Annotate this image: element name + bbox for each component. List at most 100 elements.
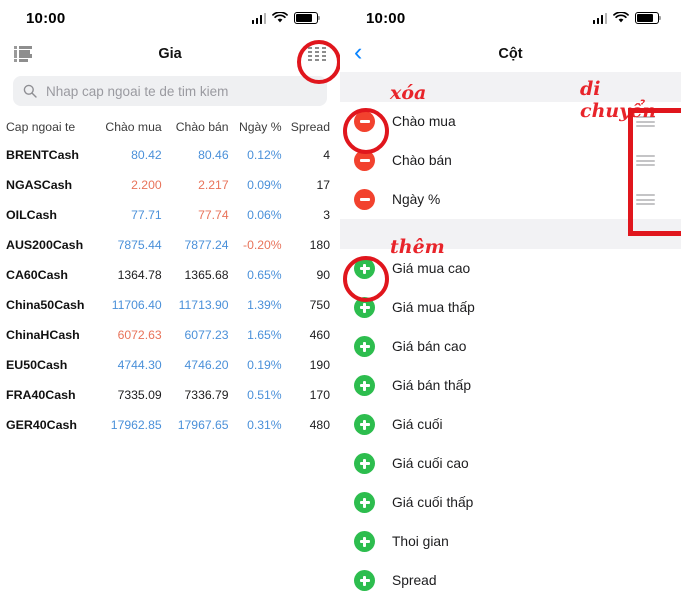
cell-change: 0.06% xyxy=(247,208,282,222)
column-label: Ngày % xyxy=(392,192,441,207)
column-label: Giá bán thấp xyxy=(392,378,472,393)
table-row[interactable]: OILCash 77.71 77.74 0.06% 3 xyxy=(0,200,340,230)
cell-spread: 90 xyxy=(316,268,330,282)
available-column-row[interactable]: Giá cuối xyxy=(340,405,681,444)
available-column-row[interactable]: Giá bán thấp xyxy=(340,366,681,405)
drag-handle-icon[interactable] xyxy=(636,116,655,127)
minus-circle-icon[interactable] xyxy=(354,150,375,171)
cell-symbol: EU50Cash xyxy=(6,358,68,372)
header-spread: Spread xyxy=(290,120,330,134)
available-column-row[interactable]: Giá cuối thấp xyxy=(340,483,681,522)
drag-handle-icon[interactable] xyxy=(636,194,655,205)
cell-ask: 11713.90 xyxy=(178,298,229,312)
active-columns-section-header xyxy=(340,72,681,102)
available-column-row[interactable]: Giá bán cao xyxy=(340,327,681,366)
columns-settings-screen: 10:00 ‹ Cột Chào mua Chào bán Ngày % Giá m… xyxy=(340,0,681,610)
cell-ask: 80.46 xyxy=(198,148,229,162)
cell-symbol: GER40Cash xyxy=(6,418,77,432)
cell-ask: 77.74 xyxy=(198,208,229,222)
cell-change: 1.65% xyxy=(247,328,282,342)
plus-circle-icon[interactable] xyxy=(354,297,375,318)
search-bar[interactable] xyxy=(13,76,327,106)
cell-symbol: AUS200Cash xyxy=(6,238,84,252)
available-column-row[interactable]: Spread xyxy=(340,561,681,600)
plus-circle-icon[interactable] xyxy=(354,531,375,552)
cell-spread: 190 xyxy=(309,358,330,372)
cell-symbol: China50Cash xyxy=(6,298,85,312)
plus-circle-icon[interactable] xyxy=(354,375,375,396)
cell-symbol: BRENTCash xyxy=(6,148,79,162)
list-lines-icon[interactable] xyxy=(14,46,34,62)
search-input[interactable] xyxy=(44,82,317,100)
cell-spread: 180 xyxy=(309,238,330,252)
page-title: Gia xyxy=(158,46,182,62)
cell-bid: 11706.40 xyxy=(111,298,162,312)
minus-circle-icon[interactable] xyxy=(354,111,375,132)
column-label: Giá cuối xyxy=(392,417,443,432)
wifi-icon xyxy=(272,12,288,23)
cell-change: 0.51% xyxy=(247,388,282,402)
active-columns-list: Chào mua Chào bán Ngày % xyxy=(340,102,681,219)
plus-circle-icon[interactable] xyxy=(354,414,375,435)
cell-symbol: NGASCash xyxy=(6,178,73,192)
cell-change: 0.19% xyxy=(247,358,282,372)
cell-bid: 77.71 xyxy=(131,208,162,222)
drag-handle-icon[interactable] xyxy=(636,155,655,166)
table-row[interactable]: AUS200Cash 7875.44 7877.24 -0.20% 180 xyxy=(0,230,340,260)
grid-columns-icon[interactable] xyxy=(308,46,326,62)
plus-circle-icon[interactable] xyxy=(354,258,375,279)
cell-ask: 4746.20 xyxy=(184,358,229,372)
available-columns-list: Giá mua cao Giá mua thấp Giá bán cao Giá bá… xyxy=(340,249,681,600)
active-column-row[interactable]: Chào bán xyxy=(340,141,681,180)
active-column-row[interactable]: Ngày % xyxy=(340,180,681,219)
search-icon xyxy=(23,84,37,98)
table-row[interactable]: FRA40Cash 7335.09 7336.79 0.51% 170 xyxy=(0,380,340,410)
status-time: 10:00 xyxy=(26,9,66,27)
table-row[interactable]: GER40Cash 17962.85 17967.65 0.31% 480 xyxy=(0,410,340,440)
plus-circle-icon[interactable] xyxy=(354,570,375,591)
plus-circle-icon[interactable] xyxy=(354,492,375,513)
status-time: 10:00 xyxy=(366,9,406,27)
battery-icon xyxy=(635,12,662,24)
table-row[interactable]: China50Cash 11706.40 11713.90 1.39% 750 xyxy=(0,290,340,320)
column-label: Chào mua xyxy=(392,114,456,129)
nav-bar-right: ‹ Cột xyxy=(340,36,681,72)
cell-bid: 7875.44 xyxy=(117,238,162,252)
cell-bid: 4744.30 xyxy=(117,358,162,372)
quotes-table-body: BRENTCash 80.42 80.46 0.12% 4 NGASCash 2.200 2.… xyxy=(0,140,340,440)
quotes-table: Cap ngoai te Chào mua Chào bán Ngày % Sp… xyxy=(0,120,340,440)
cell-ask: 6077.23 xyxy=(184,328,229,342)
available-column-row[interactable]: Thoi gian xyxy=(340,522,681,561)
cell-spread: 480 xyxy=(309,418,330,432)
cell-change: 0.31% xyxy=(247,418,282,432)
plus-circle-icon[interactable] xyxy=(354,336,375,357)
active-column-row[interactable]: Chào mua xyxy=(340,102,681,141)
cell-ask: 7877.24 xyxy=(184,238,229,252)
table-row[interactable]: NGASCash 2.200 2.217 0.09% 17 xyxy=(0,170,340,200)
header-bid: Chào mua xyxy=(105,120,162,134)
column-label: Spread xyxy=(392,573,437,588)
available-column-row[interactable]: Giá mua thấp xyxy=(340,288,681,327)
chevron-left-icon[interactable]: ‹ xyxy=(354,40,362,65)
cell-ask: 1365.68 xyxy=(184,268,229,282)
available-column-row[interactable]: Giá cuối cao xyxy=(340,444,681,483)
table-row[interactable]: CA60Cash 1364.78 1365.68 0.65% 90 xyxy=(0,260,340,290)
cell-bid: 1364.78 xyxy=(117,268,162,282)
cell-spread: 4 xyxy=(323,148,330,162)
status-bar-left: 10:00 xyxy=(0,0,340,36)
column-label: Thoi gian xyxy=(392,534,449,549)
cell-bid: 7335.09 xyxy=(117,388,162,402)
cell-spread: 750 xyxy=(309,298,330,312)
page-title: Cột xyxy=(498,46,523,62)
header-ask: Chào bán xyxy=(175,120,229,134)
available-column-row[interactable]: Giá mua cao xyxy=(340,249,681,288)
minus-circle-icon[interactable] xyxy=(354,189,375,210)
table-row[interactable]: ChinaHCash 6072.63 6077.23 1.65% 460 xyxy=(0,320,340,350)
column-label: Giá mua cao xyxy=(392,261,471,276)
table-row[interactable]: BRENTCash 80.42 80.46 0.12% 4 xyxy=(0,140,340,170)
status-bar-right: 10:00 xyxy=(340,0,681,36)
table-row[interactable]: EU50Cash 4744.30 4746.20 0.19% 190 xyxy=(0,350,340,380)
cell-spread: 3 xyxy=(323,208,330,222)
status-icons xyxy=(592,12,662,24)
plus-circle-icon[interactable] xyxy=(354,453,375,474)
